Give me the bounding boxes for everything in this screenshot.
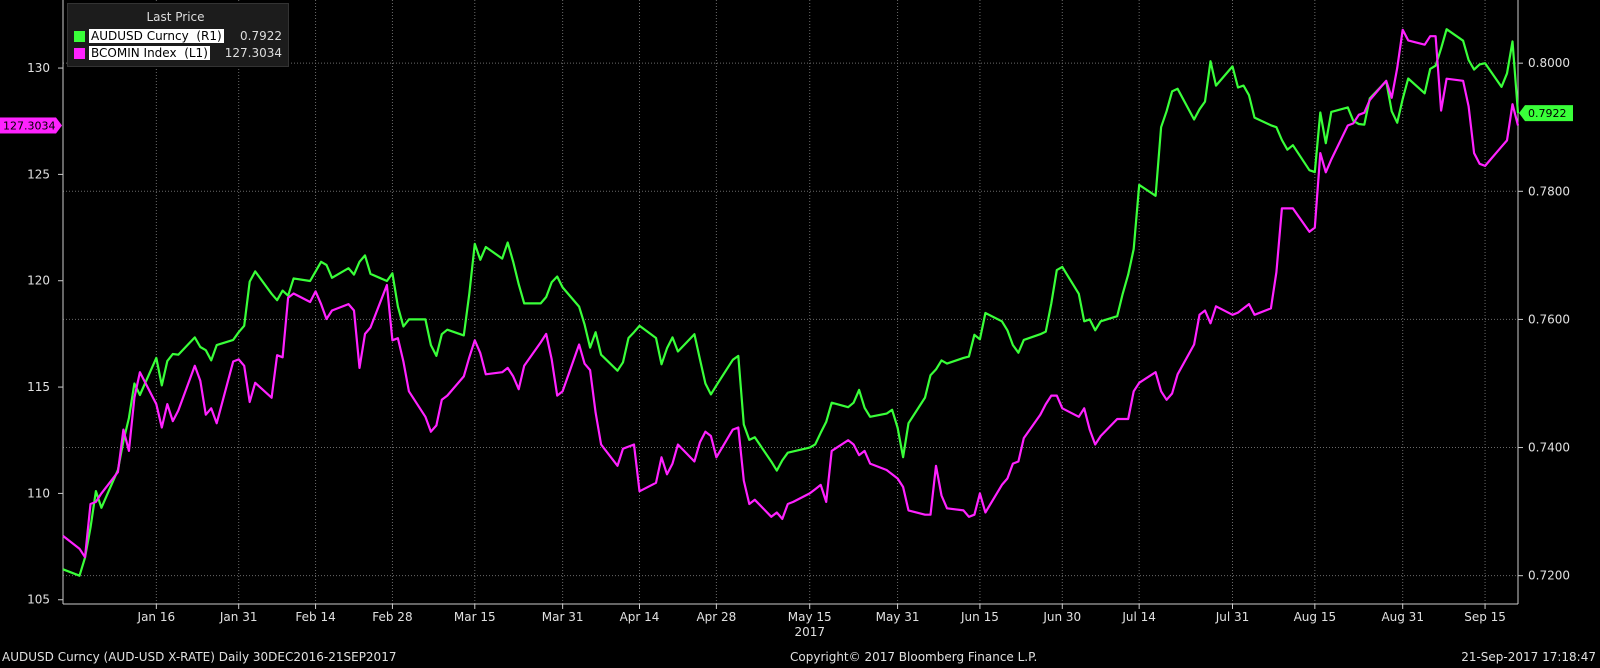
x-tick-label: Feb 28 [372,610,412,624]
right-tick-label: 0.7600 [1528,312,1570,326]
footer-series-info: AUDUSD Curncy (AUD-USD X-RATE) Daily 30D… [2,650,397,664]
legend-value-audusd: 0.7922 [240,29,282,43]
left-tick-label: 130 [27,61,50,75]
x-tick-label: Sep 15 [1464,610,1506,624]
left-tick-label: 125 [27,167,50,181]
footer-copyright: Copyright© 2017 Bloomberg Finance L.P. [790,650,1038,664]
legend-item-audusd: AUDUSD Curncy (R1) 0.7922 [74,29,282,43]
legend-name-bcomin: BCOMIN Index (L1) [89,46,210,60]
x-tick-label: Jan 16 [137,610,176,624]
x-tick-label: Aug 31 [1381,610,1424,624]
x-tick-label: Jan 31 [219,610,258,624]
right-tick-label: 0.7800 [1528,184,1570,198]
x-tick-label: Jul 31 [1215,610,1250,624]
x-tick-label: Apr 14 [620,610,660,624]
legend-header: Last Price [146,10,205,24]
line-chart: 105 110 115 120 125 130 0.7200 0.7400 0.7600 0.7… [0,0,1600,668]
left-tick-label: 105 [27,593,50,607]
x-tick-label: Apr 28 [696,610,736,624]
x-tick-label: Mar 31 [542,610,584,624]
legend: Last Price AUDUSD Curncy (R1) 0.7922 BCO… [67,3,289,67]
legend-value-bcomin: 127.3034 [224,46,282,60]
left-tick-label: 110 [27,486,50,500]
right-tick-label: 0.8000 [1528,56,1570,70]
right-tick-label: 0.7400 [1528,441,1570,455]
x-tick-label: Feb 14 [295,610,335,624]
legend-item-bcomin: BCOMIN Index (L1) 127.3034 [74,46,282,60]
left-tick-label: 120 [27,274,50,288]
x-tick-label: Jul 14 [1121,610,1156,624]
legend-swatch-bcomin [74,48,85,59]
x-tick-label: May 15 [788,610,832,624]
right-tick-label: 0.7200 [1528,569,1570,583]
x-tick-label: Aug 15 [1294,610,1337,624]
right-last-value-label: 0.7922 [1528,107,1567,120]
x-year-label: 2017 [794,625,825,639]
x-tick-label: Jun 30 [1042,610,1081,624]
left-tick-label: 115 [27,380,50,394]
x-tick-label: May 31 [876,610,920,624]
left-last-value-label: 127.3034 [3,119,56,132]
legend-swatch-audusd [74,31,85,42]
x-tick-label: Mar 15 [454,610,496,624]
x-tick-label: Jun 15 [960,610,999,624]
legend-name-audusd: AUDUSD Curncy (R1) [89,29,224,43]
footer-timestamp: 21-Sep-2017 17:18:47 [1461,650,1596,664]
